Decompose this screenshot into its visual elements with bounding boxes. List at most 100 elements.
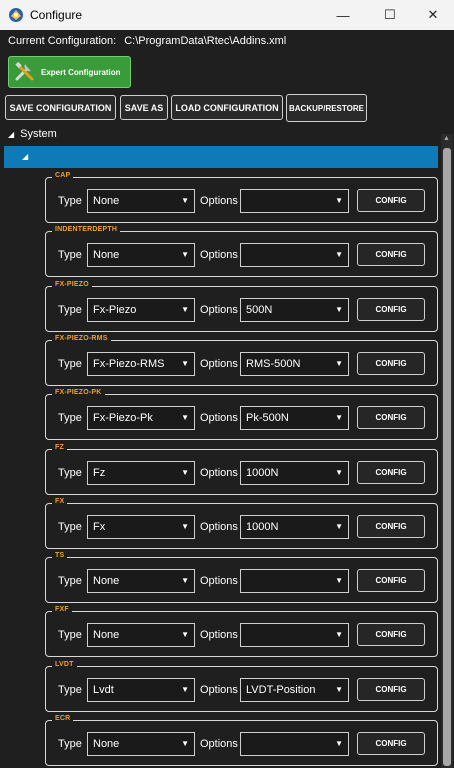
group-title: CAP [52,172,74,179]
chevron-down-icon: ▼ [181,413,189,422]
type-select[interactable]: None ▼ [87,569,195,593]
options-label: Options [200,684,238,696]
type-select[interactable]: Fx-Piezo-RMS ▼ [87,352,195,376]
options-select[interactable]: 500N ▼ [240,298,349,322]
expand-arrow-icon[interactable]: ◢ [22,152,28,161]
type-label: Type [58,249,82,261]
chevron-down-icon: ▼ [181,196,189,205]
load-configuration-button[interactable]: LOAD CONFIGURATION [171,95,283,120]
chevron-down-icon: ▼ [335,305,343,314]
options-select[interactable]: 1000N ▼ [240,461,349,485]
vertical-scrollbar[interactable]: ▲ [441,134,453,768]
group-title: FXF [52,606,72,613]
group-title: FZ [52,444,67,451]
sensor-group-indenterdepth: INDENTERDEPTH Type None ▼ Options ▼ CONFIG [45,226,438,277]
sensor-group-fx: FX Type Fx ▼ Options 1000N ▼ CONFIG [45,498,438,549]
options-select[interactable]: ▼ [240,623,349,647]
save-as-button[interactable]: SAVE AS [120,95,168,120]
type-select[interactable]: None ▼ [87,243,195,267]
config-button[interactable]: CONFIG [357,461,425,484]
group-title: FX [52,498,68,505]
group-title: TS [52,552,68,559]
chevron-down-icon: ▼ [335,739,343,748]
selected-tree-row[interactable]: ◢ [4,146,438,168]
options-value: RMS-500N [246,358,301,370]
config-button[interactable]: CONFIG [357,569,425,592]
config-button[interactable]: CONFIG [357,732,425,755]
options-select[interactable]: ▼ [240,189,349,213]
chevron-down-icon: ▼ [181,250,189,259]
config-button[interactable]: CONFIG [357,515,425,538]
options-label: Options [200,412,238,424]
type-select[interactable]: None ▼ [87,189,195,213]
type-value: None [93,629,120,641]
config-button[interactable]: CONFIG [357,298,425,321]
options-select[interactable]: LVDT-Position ▼ [240,678,349,702]
options-label: Options [200,521,238,533]
scroll-up-icon[interactable]: ▲ [443,135,450,142]
config-button[interactable]: CONFIG [357,406,425,429]
type-select[interactable]: Lvdt ▼ [87,678,195,702]
chevron-down-icon: ▼ [181,576,189,585]
save-configuration-button[interactable]: SAVE CONFIGURATION [5,95,116,120]
group-title: ECR [52,715,74,722]
type-select[interactable]: Fz ▼ [87,461,195,485]
group-title: INDENTERDEPTH [52,226,121,233]
type-label: Type [58,521,82,533]
current-configuration-path: C:\ProgramData\Rtec\Addins.xml [124,35,287,47]
options-select[interactable]: RMS-500N ▼ [240,352,349,376]
config-button[interactable]: CONFIG [357,623,425,646]
options-label: Options [200,304,238,316]
options-label: Options [200,629,238,641]
options-label: Options [200,738,238,750]
config-button[interactable]: CONFIG [357,352,425,375]
options-select[interactable]: 1000N ▼ [240,515,349,539]
type-label: Type [58,467,82,479]
type-select[interactable]: Fx ▼ [87,515,195,539]
type-select[interactable]: Fx-Piezo-Pk ▼ [87,406,195,430]
expert-configuration-button[interactable]: Expert Configuration [8,56,131,88]
close-button[interactable]: ✕ [410,0,454,30]
chevron-down-icon: ▼ [181,630,189,639]
options-select[interactable]: ▼ [240,243,349,267]
chevron-down-icon: ▼ [335,685,343,694]
expand-arrow-icon[interactable]: ◢ [8,130,14,139]
type-value: Lvdt [93,684,114,696]
sensor-group-fxf: FXF Type None ▼ Options ▼ CONFIG [45,606,438,657]
config-button[interactable]: CONFIG [357,243,425,266]
options-label: Options [200,467,238,479]
type-value: None [93,249,120,261]
options-value: Pk-500N [246,412,289,424]
tree-item-system[interactable]: ◢ System [8,128,57,140]
minimize-button[interactable]: — [320,0,366,30]
chevron-down-icon: ▼ [181,305,189,314]
tree-item-label: System [20,128,57,140]
chevron-down-icon: ▼ [335,522,343,531]
scroll-thumb[interactable] [443,148,451,766]
type-label: Type [58,738,82,750]
chevron-down-icon: ▼ [335,196,343,205]
type-value: Fx-Piezo [93,304,137,316]
maximize-button[interactable]: ☐ [367,0,413,30]
chevron-down-icon: ▼ [335,413,343,422]
options-select[interactable]: ▼ [240,569,349,593]
config-button[interactable]: CONFIG [357,678,425,701]
backup-restore-button[interactable]: BACKUP/RESTORE [286,94,367,122]
type-select[interactable]: None ▼ [87,623,195,647]
sensor-group-fx-piezo-rms: FX-PIEZO-RMS Type Fx-Piezo-RMS ▼ Options RMS-… [45,335,438,386]
maximize-icon: ☐ [384,7,396,22]
config-button[interactable]: CONFIG [357,189,425,212]
sensor-group-fx-piezo: FX-PIEZO Type Fx-Piezo ▼ Options 500N ▼ CONFIG [45,281,438,332]
sensor-group-fz: FZ Type Fz ▼ Options 1000N ▼ CONFIG [45,444,438,495]
options-select[interactable]: ▼ [240,732,349,756]
options-label: Options [200,195,238,207]
type-select[interactable]: Fx-Piezo ▼ [87,298,195,322]
type-select[interactable]: None ▼ [87,732,195,756]
type-value: None [93,575,120,587]
chevron-down-icon: ▼ [335,250,343,259]
options-select[interactable]: Pk-500N ▼ [240,406,349,430]
tools-icon [15,61,34,81]
current-configuration: Current Configuration: C:\ProgramData\Rte… [8,35,286,47]
title-bar: Configure — ☐ ✕ [0,0,454,30]
chevron-down-icon: ▼ [181,739,189,748]
